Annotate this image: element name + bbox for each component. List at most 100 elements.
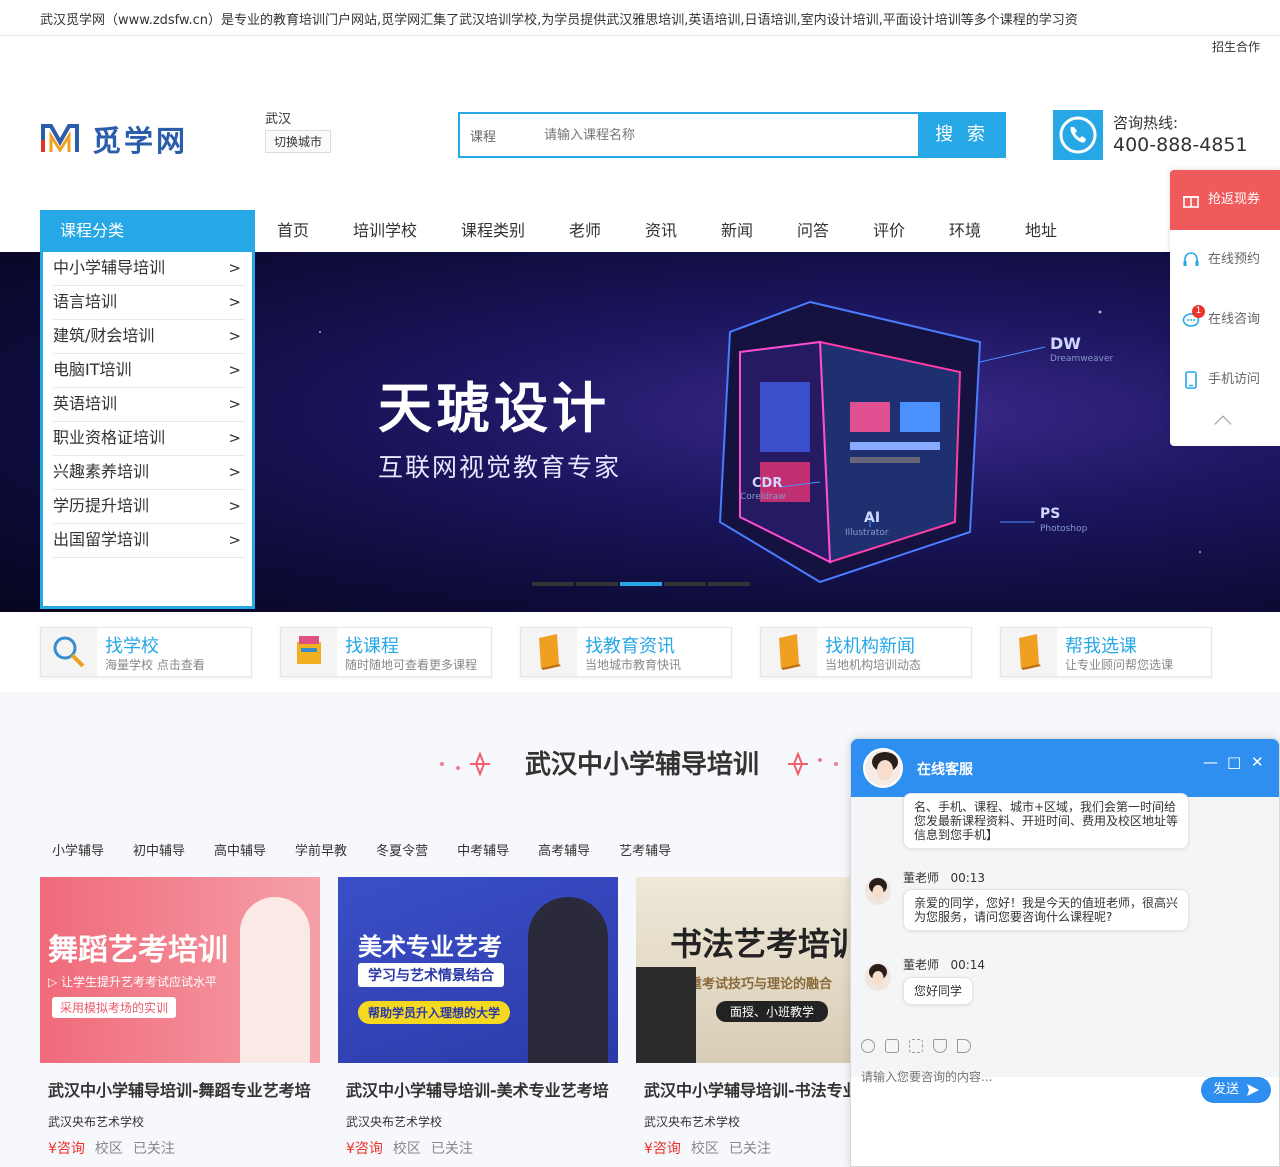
course-image-title: 舞蹈艺考培训 (48, 933, 228, 968)
main-nav: 课程分类 首页 培训学校 课程类别 老师 资讯 新闻 问答 评价 环境 地址 (40, 210, 1280, 252)
category-item-label: 电脑IT培训 (53, 360, 132, 379)
mobile-access-label: 手机访问 (1208, 372, 1261, 387)
chevron-right-icon: > (228, 497, 241, 515)
magnifier-icon (41, 628, 97, 676)
online-consult-button[interactable]: 1 在线咨询 (1170, 290, 1280, 350)
artist-image (528, 897, 608, 1063)
feature-title: 找课程 (345, 636, 399, 657)
nav-item-schools[interactable]: 培训学校 (331, 210, 439, 252)
nav-item-course-types[interactable]: 课程类别 (439, 210, 547, 252)
minimize-icon[interactable]: — (1203, 753, 1218, 771)
coop-link[interactable]: 招生合作 (1212, 38, 1260, 55)
feature-help-choose[interactable]: 帮我选课 让专业顾问帮您选课 (1000, 627, 1212, 677)
send-button[interactable]: 发送 (1201, 1077, 1271, 1103)
category-item-label: 英语培训 (53, 394, 118, 413)
tab-zhongkao[interactable]: 中考辅导 (457, 840, 509, 859)
course-price: ¥咨询 (48, 1141, 85, 1157)
coupon-button[interactable]: 抢返现券 (1170, 170, 1280, 230)
feature-find-course[interactable]: 找课程 随时随地可查看更多课程 (280, 627, 492, 677)
course-school[interactable]: 武汉央布艺术学校 (40, 1113, 320, 1130)
course-title[interactable]: 武汉中小学辅导培训-美术专业艺考培 (338, 1077, 618, 1101)
online-booking-button[interactable]: 在线预约 (1170, 230, 1280, 290)
chat-bubble: 名、手机、课程、城市+区域，我们会第一时间给您发最新课程资料、开班时间、费用及校… (903, 793, 1189, 849)
nav-item-address[interactable]: 地址 (1003, 210, 1079, 252)
nav-item-qa[interactable]: 问答 (775, 210, 851, 252)
sparkle-icon (440, 752, 490, 776)
search-category-select[interactable]: 课程 (470, 126, 496, 145)
category-item[interactable]: 中小学辅导培训 > (53, 252, 245, 286)
category-item[interactable]: 学历提升培训 > (53, 490, 245, 524)
switch-city-button[interactable]: 切换城市 (265, 130, 332, 153)
nav-item-environment[interactable]: 环境 (927, 210, 1003, 252)
feature-find-school[interactable]: 找学校 海量学校 点击查看 (40, 627, 252, 677)
category-item[interactable]: 职业资格证培训 > (53, 422, 245, 456)
current-city: 武汉 (265, 112, 292, 127)
course-card[interactable]: 舞蹈艺考培训 ▷ 让学生提升艺考考试应试水平 采用模拟考场的实训 武汉中小学辅导… (40, 877, 320, 1158)
nav-item-teachers[interactable]: 老师 (547, 210, 623, 252)
search-button[interactable]: 搜 索 (918, 112, 1006, 158)
tab-preschool[interactable]: 学前早教 (295, 840, 347, 859)
message-time: 00:14 (950, 958, 986, 972)
tab-senior[interactable]: 高中辅导 (214, 840, 266, 859)
search-input[interactable] (544, 121, 914, 149)
banner-dot[interactable] (532, 582, 574, 586)
course-image-subtitle: ▷ 让学生提升艺考考试应试水平 (48, 975, 218, 989)
category-item-label: 建筑/财会培训 (53, 326, 155, 345)
course-title[interactable]: 武汉中小学辅导培训-书法专业 (636, 1077, 850, 1101)
mobile-access-button[interactable]: 手机访问 (1170, 350, 1280, 410)
chevron-right-icon: > (228, 463, 241, 481)
chat-input[interactable] (861, 1067, 1161, 1087)
tab-camp[interactable]: 冬夏令营 (376, 840, 428, 859)
maximize-icon[interactable]: □ (1227, 753, 1241, 771)
dw-label: DW (1050, 334, 1081, 353)
course-title[interactable]: 武汉中小学辅导培训-舞蹈专业艺考培 (40, 1077, 320, 1101)
course-school[interactable]: 武汉央布艺术学校 (636, 1113, 850, 1130)
tab-primary[interactable]: 小学辅导 (52, 840, 104, 859)
course-image-subtitle: 注重考试技巧与理论的融合 (676, 977, 833, 992)
evaluate-icon[interactable] (933, 1039, 947, 1053)
tab-junior[interactable]: 初中辅导 (133, 840, 185, 859)
emoji-icon[interactable] (861, 1039, 875, 1053)
nav-item-info[interactable]: 资讯 (623, 210, 699, 252)
back-to-top-icon[interactable] (1214, 415, 1232, 433)
course-follow: 已关注 (430, 1141, 473, 1157)
banner-dot[interactable] (576, 582, 618, 586)
category-item[interactable]: 英语培训 > (53, 388, 245, 422)
course-card[interactable]: 书法艺考培训 注重考试技巧与理论的融合 面授、小班教学 武汉中小学辅导培训-书法… (636, 877, 850, 1158)
section-heading: 武汉中小学辅导培训 (525, 750, 760, 780)
image-icon[interactable] (885, 1039, 899, 1053)
category-item[interactable]: 语言培训 > (53, 286, 245, 320)
send-label: 发送 (1213, 1082, 1240, 1097)
feature-find-info[interactable]: 找教育资讯 当地城市教育快讯 (520, 627, 732, 677)
sound-icon[interactable] (957, 1039, 971, 1053)
course-campus: 校区 (392, 1141, 421, 1157)
tab-gaokao[interactable]: 高考辅导 (538, 840, 590, 859)
screenshot-icon[interactable] (909, 1039, 923, 1053)
course-school[interactable]: 武汉央布艺术学校 (338, 1113, 618, 1130)
chat-toolbar (861, 1039, 981, 1053)
nav-item-reviews[interactable]: 评价 (851, 210, 927, 252)
feature-title: 找学校 (105, 636, 159, 657)
category-item[interactable]: 建筑/财会培训 > (53, 320, 245, 354)
course-meta: ¥咨询 校区 已关注 (40, 1138, 320, 1158)
category-item[interactable]: 电脑IT培训 > (53, 354, 245, 388)
banner-dot[interactable] (620, 582, 662, 586)
nav-item-news[interactable]: 新闻 (699, 210, 775, 252)
category-item[interactable]: 出国留学培训 > (53, 524, 245, 558)
cdr-sub-label: Coreldraw (740, 492, 786, 502)
course-card[interactable]: 美术专业艺考 学习与艺术情景结合 帮助学员升入理想的大学 武汉中小学辅导培训-美… (338, 877, 618, 1158)
feature-find-news[interactable]: 找机构新闻 当地机构培训动态 (760, 627, 972, 677)
banner-dot[interactable] (708, 582, 750, 586)
site-logo[interactable]: 觅学网 (40, 118, 210, 158)
course-image: 书法艺考培训 注重考试技巧与理论的融合 面授、小班教学 (636, 877, 850, 1063)
close-icon[interactable]: ✕ (1251, 753, 1264, 771)
tab-art-exam[interactable]: 艺考辅导 (619, 840, 671, 859)
unread-badge: 1 (1192, 305, 1205, 318)
banner-dot[interactable] (664, 582, 706, 586)
headset-icon (1183, 252, 1199, 266)
course-price: ¥咨询 (346, 1141, 383, 1157)
category-item[interactable]: 兴趣素养培训 > (53, 456, 245, 490)
feature-desc: 当地城市教育快讯 (585, 658, 682, 672)
nav-item-home[interactable]: 首页 (255, 210, 331, 252)
course-follow: 已关注 (728, 1141, 771, 1157)
